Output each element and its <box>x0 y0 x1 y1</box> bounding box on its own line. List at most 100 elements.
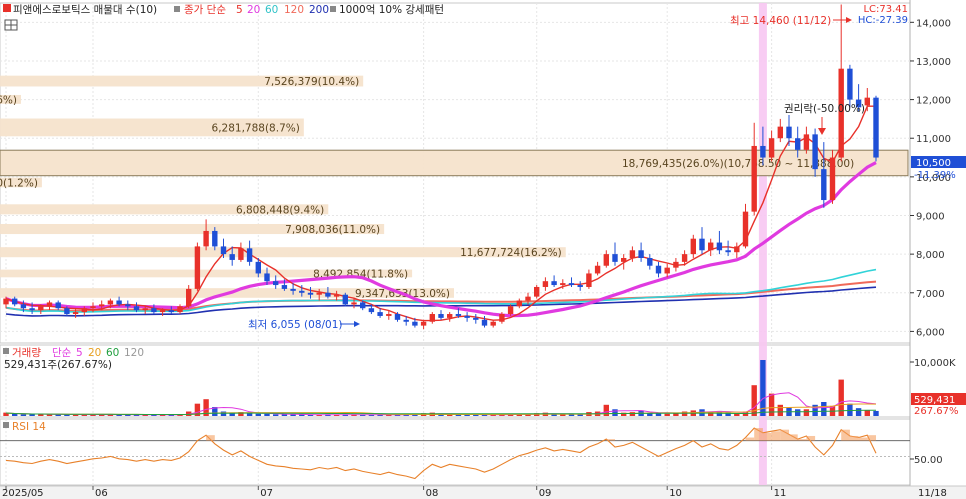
price-tick-label: 9,000 <box>916 212 945 223</box>
volume-bar <box>864 410 870 416</box>
current-change: -11.39% <box>914 170 956 181</box>
candle-body <box>151 308 157 313</box>
volume-bar <box>473 414 479 416</box>
candle-body <box>847 68 853 100</box>
candle-body <box>490 321 496 326</box>
date-tick-label: 06 <box>95 488 108 499</box>
candle-body <box>342 294 348 305</box>
candle-body <box>55 302 61 309</box>
candle-body <box>238 248 244 260</box>
volume-current: 529,431주(267.67%) <box>4 359 112 371</box>
candle-body <box>246 248 253 262</box>
hc-value: HC:-27.39 <box>858 15 908 26</box>
chart-canvas: 859,580(1.2%) 6,808,448(9.4%) 7,908,036(11… <box>0 0 966 499</box>
candle-body <box>795 138 801 150</box>
candle-body <box>307 292 314 295</box>
candle-body <box>812 134 818 170</box>
candle-body <box>386 314 392 316</box>
rsi-settings-icon[interactable] <box>3 422 9 428</box>
volume-profile-label: 18,769,435(26.0%)(10,768.50 ~ 11,388.00) <box>622 158 854 170</box>
candle-body <box>612 254 618 262</box>
candle-body <box>194 246 201 289</box>
candle-body <box>29 308 35 311</box>
candle-body <box>507 306 514 315</box>
candle-body <box>542 281 549 287</box>
volume-bar <box>777 404 783 416</box>
candle-body <box>438 314 444 318</box>
rights-annotation: 권리락(-50.00%) <box>784 103 865 115</box>
candle-body <box>621 258 627 262</box>
price-tick-label: 14,000 <box>916 18 951 29</box>
candle-body <box>708 242 714 251</box>
price-tick-label: 7,000 <box>916 289 945 300</box>
volume-bar <box>768 393 775 416</box>
candle-body <box>560 283 566 286</box>
candle-body <box>821 169 827 201</box>
candle-body <box>716 242 723 251</box>
candle-body <box>3 298 9 305</box>
candle-body <box>316 292 322 295</box>
candle-body <box>420 321 427 326</box>
volume-bar <box>20 414 27 416</box>
candle-body <box>159 310 166 313</box>
rsi-overbought-fill <box>867 435 876 441</box>
candle-body <box>90 306 96 309</box>
volume-bar <box>603 404 609 416</box>
candle-body <box>281 285 288 289</box>
candle-body <box>690 238 696 255</box>
volume-bar <box>760 360 766 416</box>
candle-body <box>664 267 670 274</box>
candle-body <box>394 314 401 320</box>
candle-body <box>586 273 592 287</box>
volume-ma-5: 5 <box>76 347 83 359</box>
volume-bar <box>664 413 670 416</box>
volume-bar <box>612 409 618 416</box>
ma-period-200: 200 <box>309 4 329 16</box>
volume-bar <box>855 408 862 416</box>
ma-period-120: 120 <box>284 4 304 16</box>
candle-body <box>473 317 479 320</box>
volume-title: 거래량 <box>12 347 41 359</box>
candle-body <box>455 314 462 316</box>
rsi-y-tick: 50.00 <box>914 455 943 466</box>
series-color-swatch <box>3 4 11 12</box>
candle-body <box>125 304 131 307</box>
candle-body <box>760 145 766 158</box>
candle-body <box>742 211 749 247</box>
volume-y-tick: 10,000K <box>914 358 956 369</box>
candle-body <box>525 296 531 301</box>
rsi-overbought-fill <box>841 429 850 441</box>
candle-body <box>351 302 357 305</box>
candle-body <box>116 300 122 305</box>
candle-body <box>177 306 183 313</box>
lc-value: LC:73.41 <box>863 4 908 15</box>
date-tick-label: 09 <box>539 488 552 499</box>
volume-profile-label: 6,281,788(8.7%) <box>212 122 300 134</box>
rsi-overbought-fill <box>754 428 763 441</box>
pattern-label: 1000억 10% 강세패턴 <box>339 4 444 16</box>
candle-body <box>603 254 609 266</box>
volume-bar <box>821 402 827 416</box>
volume-bar <box>255 413 261 416</box>
rsi-overbought-fill <box>745 437 755 441</box>
ma-period-5: 5 <box>236 4 243 16</box>
current-price: 10,500 <box>916 158 951 169</box>
pattern-settings-icon[interactable] <box>330 6 336 12</box>
price-tick-label: 12,000 <box>916 96 951 107</box>
volume-profile-label: 6,808,448(9.4%) <box>236 204 324 216</box>
volume-settings-icon[interactable] <box>3 348 9 354</box>
candle-body <box>481 319 488 326</box>
volume-ma-120: 120 <box>124 347 144 359</box>
candle-body <box>751 145 757 212</box>
rsi-overbought-fill <box>849 435 859 441</box>
price-tick-label: 6,000 <box>916 327 945 338</box>
candle-body <box>655 265 662 274</box>
date-tick-label: 08 <box>426 488 439 499</box>
candle-body <box>168 310 174 313</box>
volume-bar <box>847 403 853 416</box>
ma-settings-icon[interactable] <box>174 6 180 12</box>
volume-bar <box>629 412 636 416</box>
volume-bar <box>29 414 35 416</box>
candle-body <box>499 314 505 322</box>
candle-body <box>681 254 688 262</box>
